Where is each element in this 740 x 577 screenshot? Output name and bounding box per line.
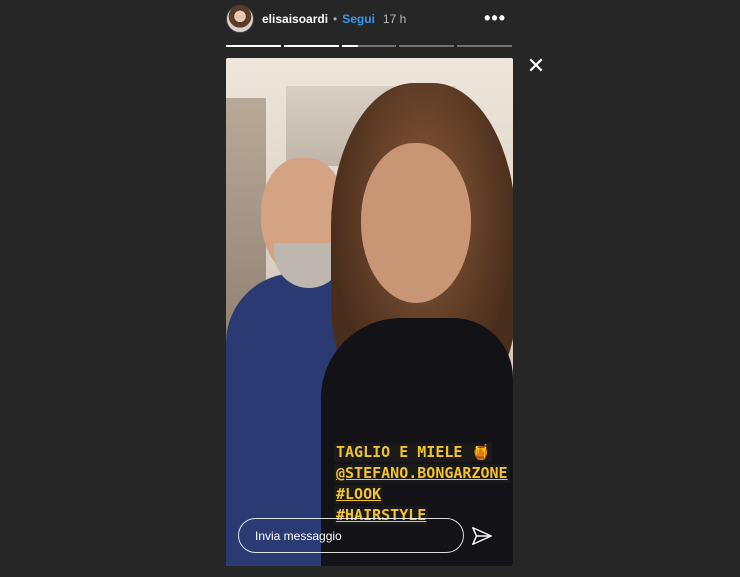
progress-segment-current <box>341 45 397 47</box>
more-options-icon[interactable]: ••• <box>484 8 506 29</box>
send-icon[interactable] <box>471 525 493 547</box>
progress-segment <box>399 45 455 47</box>
separator-dot: • <box>333 12 338 26</box>
progress-segment <box>226 45 281 47</box>
story-media[interactable]: TAGLIO E MIELE 🍯 @STEFANO.BONGARZONE #LO… <box>226 58 513 566</box>
progress-segment <box>457 45 512 47</box>
avatar[interactable] <box>226 5 254 33</box>
post-time: 17 h <box>382 12 407 26</box>
story-caption: TAGLIO E MIELE 🍯 @STEFANO.BONGARZONE #LO… <box>334 443 510 525</box>
story-header: elisaisoardi • Segui 17 h ••• <box>226 5 512 33</box>
username[interactable]: elisaisoardi <box>262 12 328 26</box>
close-icon[interactable]: ✕ <box>526 55 546 77</box>
woman-face <box>361 143 471 303</box>
caption-line: TAGLIO E MIELE 🍯 <box>334 443 493 462</box>
follow-button[interactable]: Segui <box>342 12 375 26</box>
progress-segment <box>283 45 339 47</box>
reply-input[interactable]: Invia messaggio <box>238 518 464 553</box>
mention-link[interactable]: @STEFANO.BONGARZONE <box>334 464 510 483</box>
hashtag-link[interactable]: #LOOK <box>334 485 384 504</box>
story-progress <box>226 45 512 47</box>
